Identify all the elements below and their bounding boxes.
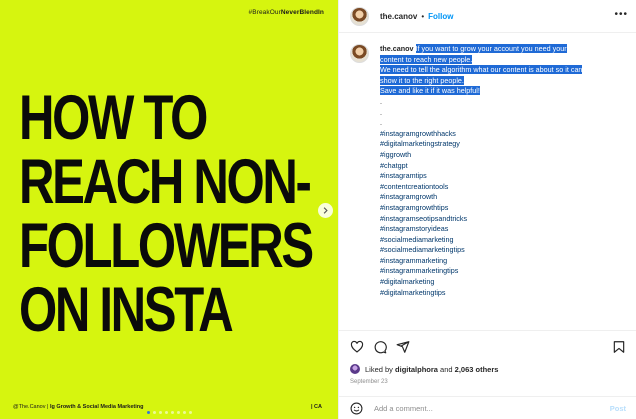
headline-line: ON INSTA — [19, 275, 234, 345]
media-hashtag-tag: #BreakOurNeverBlendIn — [248, 9, 324, 16]
carousel-dots — [147, 411, 192, 414]
hashtag-link[interactable]: #socialmediamarketing — [380, 235, 630, 246]
carousel-dot — [147, 411, 150, 414]
emoji-icon[interactable] — [350, 402, 363, 415]
carousel-dot — [183, 411, 186, 414]
headline-line: FOLLOWERS — [19, 211, 314, 281]
media-footer-right: | CA — [310, 404, 322, 410]
hashtag-link[interactable]: #instagramseotipsandtricks — [380, 214, 630, 225]
more-options-icon[interactable]: ••• — [614, 9, 628, 20]
carousel-dot — [153, 411, 156, 414]
post-media[interactable]: #BreakOurNeverBlendIn HOW TO REACH NON- … — [0, 0, 338, 419]
share-icon[interactable] — [396, 340, 410, 354]
hashtag-link[interactable]: #instagramstoryideas — [380, 224, 630, 235]
carousel-dot — [177, 411, 180, 414]
follow-button[interactable]: Follow — [428, 12, 453, 21]
post-date[interactable]: September 23 — [350, 379, 626, 385]
hashtag-link[interactable]: #digitalmarketingstrategy — [380, 139, 630, 150]
action-icons-row — [350, 339, 626, 355]
caption-line: Save and like it if it was helpful! — [380, 86, 480, 96]
comment-bar: Post — [339, 396, 636, 419]
post-header: the.canov • Follow ••• — [339, 0, 636, 33]
post-side-panel: the.canov • Follow ••• the.canov If you w… — [338, 0, 636, 419]
hashtag-link[interactable]: #socialmediamarketingtips — [380, 245, 630, 256]
bookmark-icon[interactable] — [612, 340, 626, 354]
caption-line: If you want to grow your account you nee… — [415, 44, 567, 53]
caption-dot: . — [380, 118, 382, 128]
carousel-dot — [189, 411, 192, 414]
carousel-dot — [159, 411, 162, 414]
likes-count[interactable]: 2,063 others — [455, 365, 499, 374]
caption-row: the.canov If you want to grow your accoun… — [350, 44, 636, 298]
hashtag-link[interactable]: #instagramtips — [380, 171, 630, 182]
likes-summary: Liked by digitalphora and 2,063 others — [350, 364, 626, 374]
liked-by-and: and — [440, 364, 453, 374]
media-headline: HOW TO REACH NON- FOLLOWERS ON INSTA — [19, 83, 314, 345]
comment-icon[interactable] — [373, 340, 387, 354]
header-separator: • — [421, 11, 425, 21]
hashtag-link[interactable]: #instagramgrowth — [380, 192, 630, 203]
hashtag-link[interactable]: #iggrowth — [380, 150, 630, 161]
liker-avatar[interactable] — [350, 364, 360, 374]
avatar[interactable] — [350, 6, 369, 26]
hashtag-link[interactable]: #chatgpt — [380, 161, 630, 172]
hashtag-link[interactable]: #digitalmarketing — [380, 277, 630, 288]
caption-area[interactable]: the.canov If you want to grow your accoun… — [339, 34, 636, 328]
chevron-right-icon — [323, 207, 328, 214]
header-username[interactable]: the.canov — [380, 12, 417, 21]
caption-line: We need to tell the algorithm what our c… — [380, 65, 583, 75]
hashtag-link[interactable]: #instagrammarketing — [380, 256, 630, 267]
headline-line: REACH NON- — [19, 147, 312, 217]
post-comment-button[interactable]: Post — [610, 404, 626, 413]
carousel-dot — [171, 411, 174, 414]
carousel-next-button[interactable] — [318, 203, 333, 218]
liked-by-prefix: Liked by — [365, 364, 393, 374]
caption-avatar[interactable] — [350, 44, 369, 63]
comment-input[interactable] — [374, 403, 594, 413]
caption-dot: . — [380, 107, 382, 117]
hashtag-link[interactable]: #instagramgrowthtips — [380, 203, 630, 214]
caption-line: content to reach new people. — [380, 54, 473, 64]
carousel-dot — [165, 411, 168, 414]
heart-icon[interactable] — [350, 340, 364, 354]
caption-text: the.canov If you want to grow your accoun… — [380, 44, 630, 298]
hashtag-link[interactable]: #digitalmarketingtips — [380, 288, 630, 299]
headline-line: HOW TO — [19, 83, 208, 153]
hashtag-link[interactable]: #contentcreationtools — [380, 182, 630, 193]
caption-author[interactable]: the.canov — [380, 44, 414, 53]
hashtag-link[interactable]: #instagrammarketingtips — [380, 266, 630, 277]
post-actions: Liked by digitalphora and 2,063 others S… — [339, 330, 636, 385]
caption-line: show it to the right people. — [380, 75, 464, 85]
liked-by-user[interactable]: digitalphora — [395, 365, 438, 374]
hashtag-link[interactable]: #instagramgrowthhacks — [380, 129, 630, 140]
media-footer-left: @The.Canov | Ig Growth & Social Media Ma… — [13, 404, 144, 410]
caption-dot: . — [380, 96, 382, 106]
